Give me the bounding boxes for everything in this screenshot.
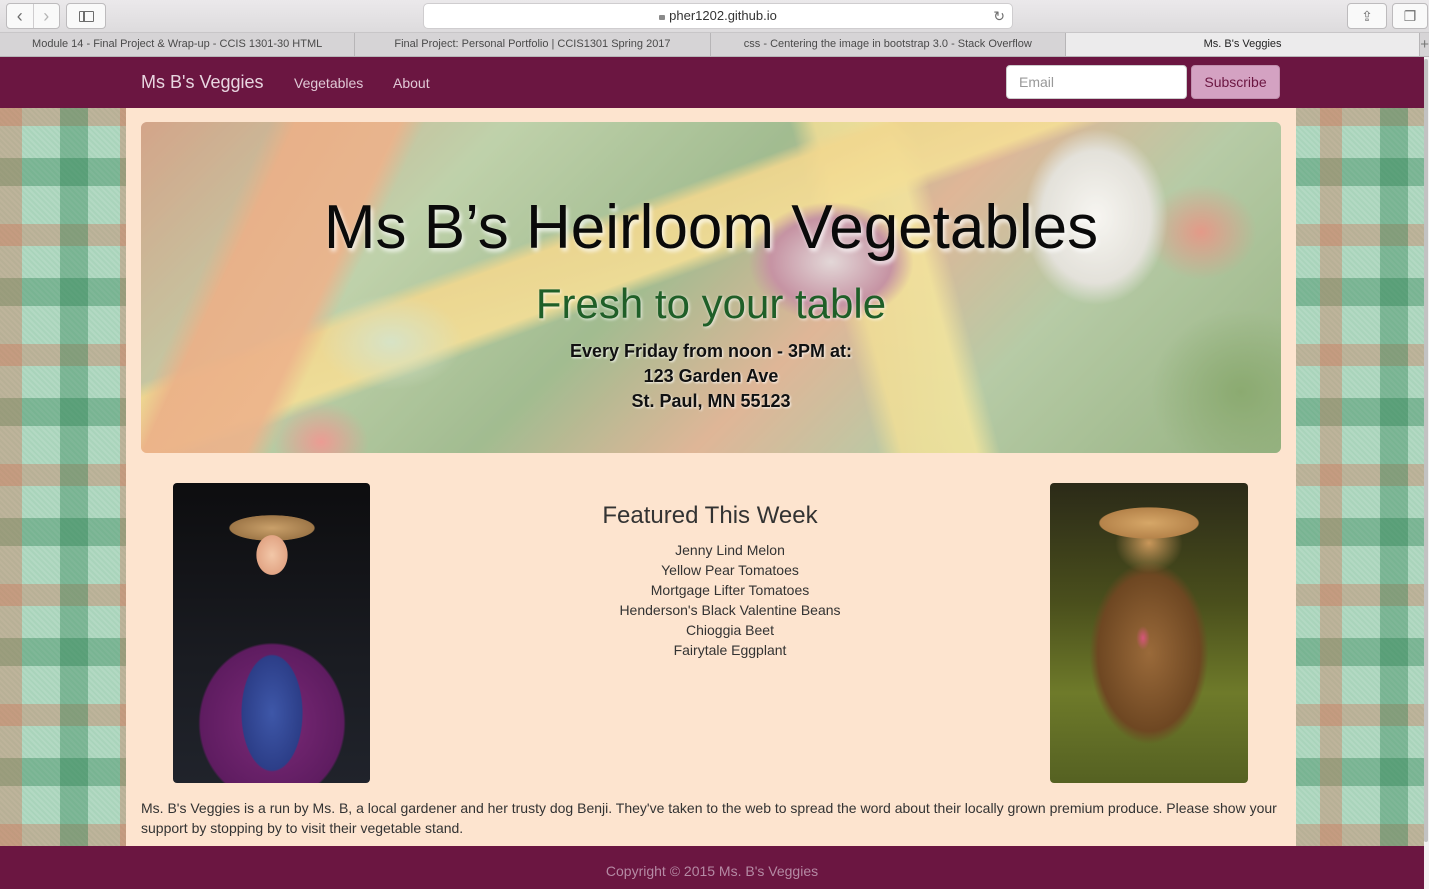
featured-item: Chioggia Beet (686, 622, 774, 638)
address-bar[interactable]: pher1202.github.io ↻ (423, 3, 1013, 29)
scrollbar-thumb[interactable] (1424, 59, 1428, 842)
share-icon: ⇪ (1361, 8, 1373, 24)
share-button[interactable]: ⇪ (1347, 3, 1387, 29)
nav-link-about[interactable]: About (393, 75, 430, 91)
ms-b-photo (173, 483, 370, 783)
hero-schedule: Every Friday from noon - 3PM at: (569, 341, 853, 361)
browser-tab[interactable]: Final Project: Personal Portfolio | CCIS… (355, 33, 711, 56)
tabs-icon: ❐ (1403, 8, 1417, 24)
page-scrollbar[interactable] (1424, 57, 1429, 889)
featured-item: Fairytale Eggplant (673, 642, 787, 658)
hero-subtitle: Fresh to your table (535, 280, 887, 327)
copyright-text: Copyright © 2015 Ms. B's Veggies (605, 863, 819, 879)
site-navbar: Ms B's Veggies Vegetables About Email Su… (0, 57, 1424, 108)
reload-icon[interactable]: ↻ (993, 4, 1005, 28)
hero-city: St. Paul, MN 55123 (631, 391, 791, 411)
lock-icon (659, 15, 666, 20)
about-paragraph: Ms. B's Veggies is a run by Ms. B, a loc… (141, 800, 1277, 836)
sidebar-toggle-button[interactable] (66, 3, 106, 29)
email-input[interactable]: Email (1006, 65, 1187, 99)
new-tab-icon[interactable]: + (1420, 33, 1429, 56)
tabs-overview-button[interactable]: ❐ (1392, 3, 1428, 29)
hero-title: Ms B’s Heirloom Vegetables (323, 193, 1099, 262)
site-brand[interactable]: Ms B's Veggies (141, 72, 264, 93)
featured-title: Featured This Week (602, 502, 818, 529)
browser-tab-active[interactable]: Ms. B's Veggies (1065, 33, 1421, 56)
back-icon[interactable]: ‹ (7, 4, 33, 28)
url-text: pher1202.github.io (669, 8, 777, 23)
tab-bar: Module 14 - Final Project & Wrap-up - CC… (0, 33, 1429, 57)
browser-tab[interactable]: Module 14 - Final Project & Wrap-up - CC… (0, 33, 356, 56)
browser-tab[interactable]: css - Centering the image in bootstrap 3… (711, 33, 1066, 56)
browser-toolbar: ‹ › pher1202.github.io ↻ ⇪ ❐ (0, 0, 1429, 33)
sidebar-icon (79, 11, 94, 22)
featured-item: Jenny Lind Melon (675, 542, 785, 558)
hero-street: 123 Garden Ave (643, 366, 779, 386)
featured-item: Yellow Pear Tomatoes (661, 562, 799, 578)
featured-item: Mortgage Lifter Tomatoes (650, 582, 810, 598)
history-buttons: ‹ › (6, 3, 60, 29)
site-footer: Copyright © 2015 Ms. B's Veggies (0, 846, 1424, 889)
forward-icon[interactable]: › (32, 4, 60, 28)
featured-list: Jenny Lind Melon Yellow Pear Tomatoes Mo… (370, 540, 1090, 660)
featured-item: Henderson's Black Valentine Beans (619, 602, 841, 618)
hero-banner: Ms B’s Heirloom Vegetables Fresh to your… (141, 122, 1281, 453)
subscribe-button[interactable]: Subscribe (1191, 65, 1280, 99)
nav-link-vegetables[interactable]: Vegetables (294, 75, 363, 91)
